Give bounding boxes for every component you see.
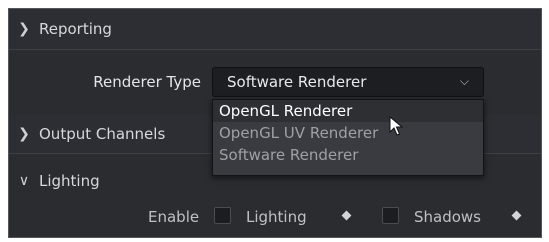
section-output-channels-label: Output Channels [39,125,166,143]
renderer-type-select[interactable]: Software Renderer ⌵ [212,67,484,97]
option-opengl-renderer[interactable]: OpenGL Renderer [213,100,483,122]
renderer-type-dropdown: OpenGL Renderer OpenGL UV Renderer Softw… [212,99,484,176]
enable-row: Enable Lighting Shadows [9,202,541,232]
lighting-checkbox[interactable] [214,207,231,224]
diamond-icon[interactable] [511,210,522,221]
chevron-right-icon: ❯ [18,21,30,37]
shadows-checkbox-label: Shadows [414,208,482,226]
render-settings-panel: ❯ Reporting Renderer Type Software Rende… [8,8,542,238]
section-lighting-label: Lighting [39,172,100,190]
section-reporting[interactable]: ❯ Reporting [9,9,541,50]
caret-down-icon: ⌵ [459,74,469,88]
diamond-icon[interactable] [341,210,352,221]
option-opengl-uv-renderer[interactable]: OpenGL UV Renderer [213,122,483,144]
option-software-renderer[interactable]: Software Renderer [213,144,483,166]
chevron-right-icon: ❯ [18,126,30,142]
renderer-type-value: Software Renderer [227,73,367,91]
mouse-pointer-icon [389,116,403,136]
lighting-checkbox-label: Lighting [246,208,307,226]
chevron-down-icon: ∨ [18,173,30,189]
renderer-type-label: Renderer Type [93,73,201,91]
shadows-checkbox[interactable] [382,207,399,224]
enable-label: Enable [148,208,200,226]
renderer-type-row: Renderer Type Software Renderer ⌵ [9,67,541,99]
section-reporting-label: Reporting [39,20,112,38]
